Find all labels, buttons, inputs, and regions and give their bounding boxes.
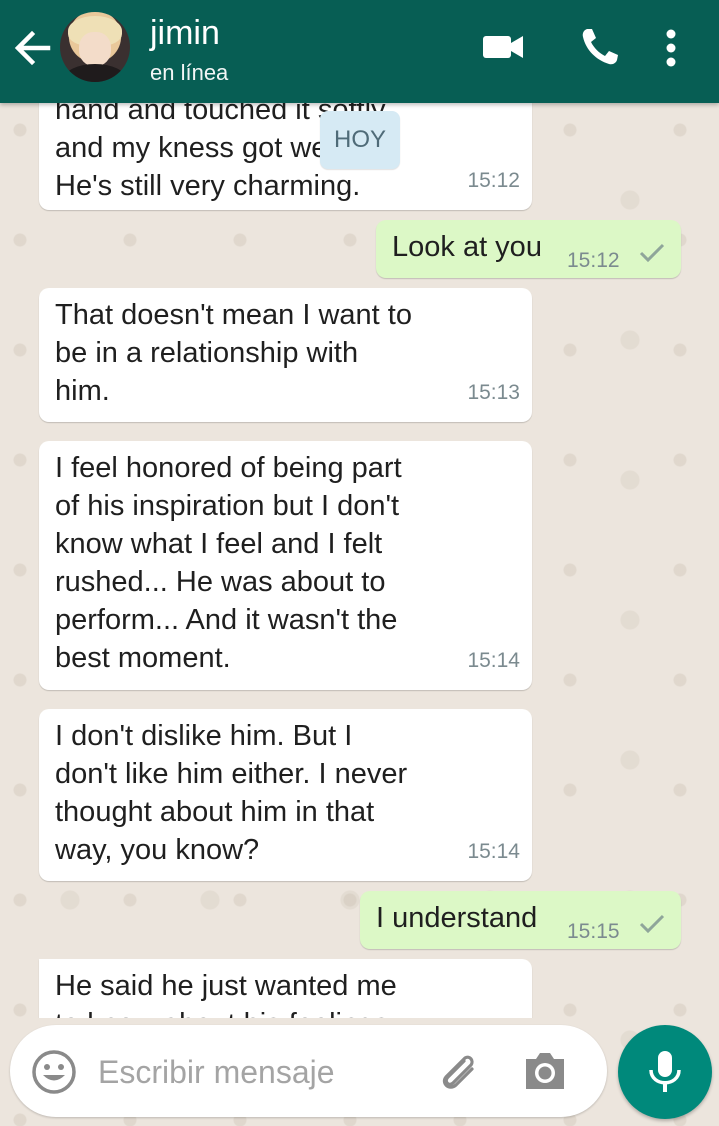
voice-call-button[interactable]	[578, 24, 622, 70]
video-call-button[interactable]	[480, 24, 526, 70]
message-line: be in a relationship with	[55, 337, 359, 369]
message-time: 15:13	[467, 381, 520, 404]
message-incoming[interactable]: That doesn't mean I want to be in a rela…	[39, 288, 532, 422]
message-line: He said he just wanted me	[55, 970, 397, 1002]
message-time: 15:14	[467, 840, 520, 863]
microphone-icon	[649, 1051, 681, 1092]
more-vert-icon	[666, 29, 676, 67]
contact-avatar[interactable]	[60, 12, 130, 82]
check-icon	[639, 914, 665, 934]
message-line: rushed... He was about to	[55, 566, 386, 598]
video-camera-icon	[483, 36, 523, 58]
camera-button[interactable]	[522, 1049, 568, 1093]
message-incoming[interactable]: hand and touched it softly and my kness …	[39, 103, 532, 210]
message-time: 15:12	[567, 249, 620, 272]
contact-status: en línea	[150, 60, 229, 85]
message-line: I don't dislike him. But I	[55, 720, 353, 752]
attach-button[interactable]	[434, 1047, 482, 1095]
message-line: He's still very charming.	[55, 170, 361, 202]
message-time: 15:12	[467, 169, 520, 192]
contact-name[interactable]: jimin	[150, 14, 220, 52]
message-list[interactable]: hand and touched it softly and my kness …	[0, 103, 719, 1018]
chat-header: jimin en línea	[0, 0, 719, 103]
back-button[interactable]	[10, 26, 54, 70]
arrow-left-icon	[14, 30, 51, 66]
message-line: thought about him in that	[55, 796, 375, 828]
message-outgoing[interactable]: Look at you 15:12	[376, 220, 681, 278]
voice-note-button[interactable]	[618, 1025, 712, 1119]
message-time: 15:15	[567, 920, 620, 943]
message-incoming[interactable]: I don't dislike him. But I don't like hi…	[39, 709, 532, 881]
message-line: him.	[55, 375, 110, 407]
message-line: That doesn't mean I want to	[55, 299, 412, 331]
emoji-button[interactable]	[30, 1048, 78, 1096]
message-line: best moment.	[55, 642, 231, 674]
message-line: of his inspiration but I don't	[55, 490, 400, 522]
message-line: way, you know?	[55, 834, 260, 866]
message-line: perform... And it wasn't the	[55, 604, 398, 636]
emoji-icon	[32, 1050, 76, 1094]
message-line: don't like him either. I never	[55, 758, 408, 790]
overflow-menu-button[interactable]	[656, 24, 686, 70]
check-icon	[639, 243, 665, 263]
message-line: I feel honored of being part	[55, 452, 402, 484]
avatar-face	[79, 32, 111, 66]
paperclip-icon	[442, 1055, 474, 1089]
message-incoming[interactable]: He said he just wanted me to know about …	[39, 959, 532, 1018]
camera-icon	[526, 1053, 564, 1089]
message-input[interactable]	[96, 1047, 420, 1097]
message-line: hand and touched it softly	[55, 103, 386, 126]
message-outgoing[interactable]: I understand 15:15	[360, 891, 681, 949]
message-line: and my kness got weak.	[55, 132, 367, 164]
message-line: know what I feel and I felt	[55, 528, 383, 560]
message-line: to know about his feelings	[55, 1005, 516, 1018]
date-badge: HOY	[320, 111, 400, 169]
message-text: Look at you	[392, 231, 542, 263]
phone-icon	[582, 29, 618, 65]
message-incoming[interactable]: I feel honored of being part of his insp…	[39, 441, 532, 690]
message-text: I understand	[376, 902, 538, 934]
message-time: 15:14	[467, 649, 520, 672]
avatar-shirt	[64, 64, 126, 82]
message-composer	[10, 1025, 607, 1117]
